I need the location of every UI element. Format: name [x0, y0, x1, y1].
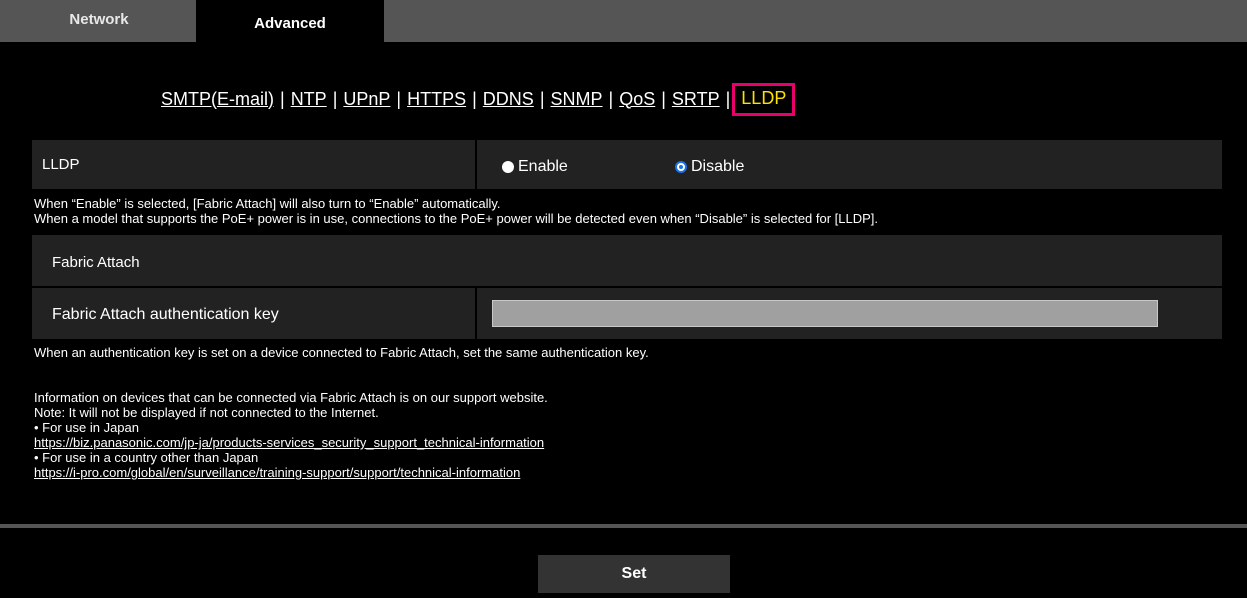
submenu-separator: |: [472, 88, 477, 109]
lldp-disable-label: Disable: [691, 158, 745, 175]
auth-key-note: When an authentication key is set on a d…: [34, 345, 649, 360]
fabric-attach-label: Fabric Attach: [52, 254, 140, 271]
radio-checked-icon: [675, 161, 687, 173]
submenu-link-ddns[interactable]: DDNS: [483, 89, 534, 110]
lldp-disable-radio[interactable]: Disable: [675, 158, 744, 176]
japan-support-link[interactable]: https://biz.panasonic.com/jp-ja/products…: [34, 435, 548, 450]
submenu-link-upnp[interactable]: UPnP: [343, 89, 390, 110]
submenu-link-qos[interactable]: QoS: [619, 89, 655, 110]
submenu-separator: |: [608, 88, 614, 109]
support-info-note: Note: It will not be displayed if not co…: [34, 405, 379, 420]
japan-label: • For use in Japan: [34, 420, 139, 435]
tab-advanced[interactable]: Advanced: [196, 0, 384, 42]
tab-strip: Network Advanced: [0, 0, 1247, 42]
submenu-separator: |: [332, 88, 338, 109]
other-country-label: • For use in a country other than Japan: [34, 450, 259, 465]
fabric-attach-key-label: Fabric Attach authentication key: [52, 306, 279, 323]
fabric-attach-row: Fabric Attach: [32, 235, 1222, 286]
submenu-separator: |: [661, 88, 666, 109]
column-divider: [475, 288, 477, 339]
set-button[interactable]: Set: [538, 555, 730, 593]
submenu-current-lldp: LLDP: [732, 82, 796, 116]
radio-unchecked-icon: [502, 161, 514, 173]
lldp-enable-radio[interactable]: Enable: [502, 158, 568, 176]
submenu-link-ntp[interactable]: NTP: [291, 89, 327, 110]
column-divider: [475, 140, 477, 189]
lldp-row: LLDP Enable Disable: [32, 140, 1222, 189]
lldp-note-enable: When “Enable” is selected, [Fabric Attac…: [34, 196, 501, 211]
fabric-attach-key-input[interactable]: [492, 300, 1158, 327]
submenu-link-snmp[interactable]: SNMP: [551, 89, 603, 110]
support-info-line: Information on devices that can be conne…: [34, 390, 548, 405]
lldp-enable-label: Enable: [518, 158, 568, 175]
footer-divider: [0, 524, 1247, 528]
submenu-link-https[interactable]: HTTPS: [407, 89, 466, 110]
submenu-separator: |: [539, 88, 545, 109]
global-support-link[interactable]: https://i-pro.com/global/en/surveillance…: [34, 465, 548, 480]
submenu-link-srtp[interactable]: SRTP: [672, 89, 720, 110]
tab-network[interactable]: Network: [5, 0, 193, 42]
lldp-label: LLDP: [42, 156, 80, 173]
submenu-link-smtp[interactable]: SMTP(E-mail): [161, 89, 274, 110]
submenu-separator: |: [280, 88, 285, 109]
lldp-note-poe: When a model that supports the PoE+ powe…: [34, 211, 879, 226]
fabric-attach-key-row: Fabric Attach authentication key: [32, 288, 1222, 339]
support-info: Information on devices that can be conne…: [34, 390, 548, 480]
submenu: SMTP(E-mail) | NTP | UPnP | HTTPS | DDNS…: [161, 82, 796, 116]
submenu-separator: |: [396, 88, 402, 109]
